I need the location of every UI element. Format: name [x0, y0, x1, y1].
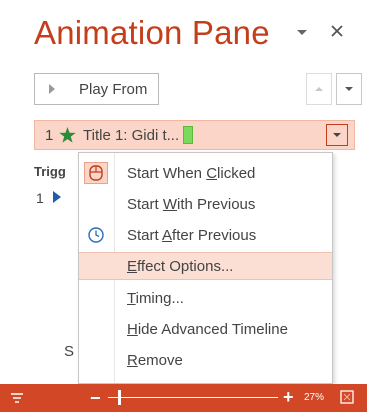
pane-options-button[interactable]: [292, 22, 312, 42]
move-up-button[interactable]: [306, 73, 332, 105]
trigger-heading: Trigg: [34, 164, 66, 179]
clock-icon: [84, 224, 108, 246]
zoom-slider-thumb[interactable]: [118, 390, 121, 405]
menu-item-start-when-clicked[interactable]: Start When Clicked: [79, 159, 332, 187]
timing-bar: [183, 126, 194, 144]
play-from-label: Play From: [79, 80, 148, 98]
chevron-down-icon: [297, 30, 307, 35]
menu-item-timing[interactable]: Timing...: [79, 284, 332, 312]
animation-label: Title 1: Gidi t...: [83, 126, 180, 144]
zoom-percent[interactable]: 27%: [304, 392, 324, 403]
zoom-out-button[interactable]: −: [90, 388, 101, 409]
menu-item-hide-advanced-timeline[interactable]: Hide Advanced Timeline: [79, 315, 332, 343]
menu-item-label: Remove: [127, 351, 183, 369]
menu-item-label: Start When Clicked: [127, 164, 256, 182]
menu-item-remove[interactable]: Remove: [79, 346, 332, 374]
menu-item-label: Timing...: [127, 289, 184, 307]
animation-list-item[interactable]: 1 Title 1: Gidi t...: [34, 120, 355, 150]
partial-text: S: [64, 343, 75, 360]
mouse-click-icon: [84, 162, 108, 184]
play-from-button[interactable]: Play From: [34, 73, 159, 105]
menu-item-label: Start After Previous: [127, 226, 257, 244]
animation-order: 1: [45, 126, 54, 144]
close-pane-button[interactable]: [326, 20, 348, 42]
status-bar: − + 27%: [0, 384, 367, 412]
menu-item-start-after-previous[interactable]: Start After Previous: [79, 221, 332, 249]
animation-dropdown-button[interactable]: [326, 124, 348, 146]
trigger-order: 1: [36, 190, 44, 206]
move-down-button[interactable]: [336, 73, 362, 105]
menu-item-label: Effect Options...: [127, 257, 234, 275]
play-icon: [47, 83, 65, 95]
fit-to-window-icon[interactable]: [339, 389, 355, 405]
chevron-down-icon: [345, 87, 353, 91]
chevron-up-icon: [315, 87, 323, 91]
pane-title: Animation Pane: [34, 14, 270, 51]
close-icon: [331, 25, 343, 37]
zoom-in-button[interactable]: +: [283, 387, 294, 408]
menu-item-start-with-previous[interactable]: Start With Previous: [79, 190, 332, 218]
chevron-down-icon: [333, 133, 341, 137]
play-triangle-icon: [52, 190, 62, 209]
context-menu: Start When Clicked Start With Previous S…: [78, 152, 333, 384]
zoom-slider-track[interactable]: [108, 397, 278, 398]
menu-item-label: Start With Previous: [127, 195, 256, 213]
menu-item-label: Hide Advanced Timeline: [127, 320, 288, 338]
notes-icon[interactable]: [8, 389, 26, 412]
star-icon: [59, 127, 77, 143]
menu-item-effect-options[interactable]: Effect Options...: [79, 252, 332, 280]
